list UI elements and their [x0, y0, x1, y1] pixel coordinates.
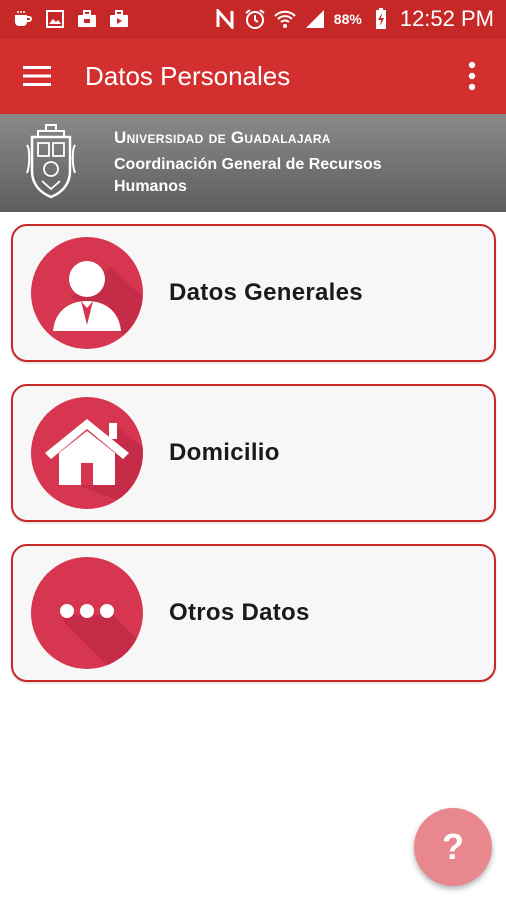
card-label: Domicilio [169, 439, 280, 466]
university-banner: Universidad de Guadalajara Coordinación … [0, 114, 506, 212]
card-otros-datos[interactable]: Otros Datos [11, 544, 496, 682]
university-crest-logo [24, 123, 78, 203]
house-icon [31, 397, 143, 509]
help-button[interactable]: ? [414, 808, 492, 886]
briefcase-play-icon [108, 8, 130, 30]
page-title: Datos Personales [85, 60, 291, 91]
coffee-icon [12, 8, 34, 30]
status-notifications [12, 8, 130, 30]
battery-icon [370, 8, 392, 30]
more-vert-icon[interactable] [460, 56, 484, 96]
nfc-icon [214, 8, 236, 30]
card-label: Datos Generales [169, 279, 363, 306]
app-bar: Datos Personales [0, 38, 506, 114]
university-name: Universidad de Guadalajara [114, 128, 331, 147]
university-text: Universidad de Guadalajara Coordinación … [114, 128, 444, 198]
department-name: Coordinación General de Recursos Humanos [114, 156, 382, 195]
ellipsis-icon [31, 557, 143, 669]
status-system: 88% 12:52 PM [214, 6, 494, 32]
card-domicilio[interactable]: Domicilio [11, 384, 496, 522]
person-icon [31, 237, 143, 349]
help-icon: ? [442, 826, 464, 867]
briefcase-icon [76, 8, 98, 30]
wifi-icon [274, 8, 296, 30]
card-datos-generales[interactable]: Datos Generales [11, 224, 496, 362]
gallery-icon [44, 8, 66, 30]
status-bar: 88% 12:52 PM [0, 0, 506, 38]
alarm-icon [244, 8, 266, 30]
battery-percent: 88% [333, 11, 362, 27]
signal-icon [304, 8, 326, 30]
status-time: 12:52 PM [399, 6, 494, 31]
card-label: Otros Datos [169, 599, 310, 626]
hamburger-menu-icon[interactable] [22, 61, 52, 91]
